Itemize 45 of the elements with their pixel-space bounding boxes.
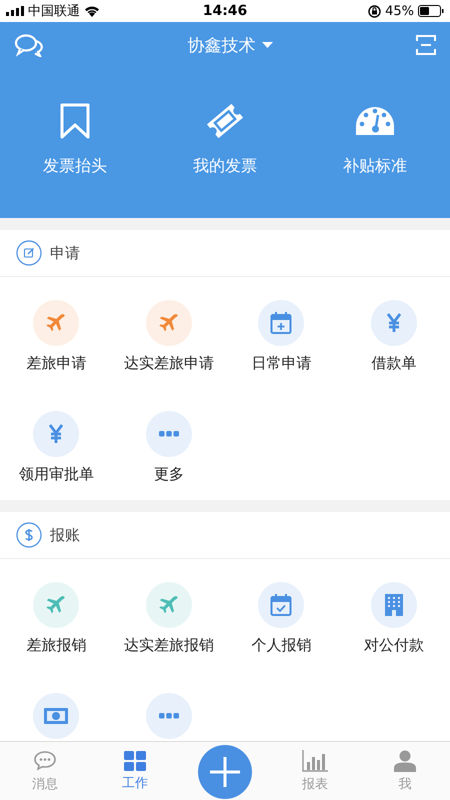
clock-time: 14:46 [202, 3, 248, 19]
yen-icon [48, 424, 64, 444]
calendar-icon [270, 311, 292, 335]
grid-icon [124, 750, 146, 770]
section-title: 申请 [50, 244, 80, 262]
menu-item[interactable]: 更多 [112, 388, 225, 499]
more-icon [158, 713, 179, 719]
battery-percent: 45% [385, 4, 414, 18]
more-icon [158, 431, 179, 437]
rotation-lock-icon [368, 4, 382, 18]
banknote-icon [44, 708, 68, 724]
menu-item[interactable]: 达实差旅申请 [112, 277, 225, 388]
menu-item[interactable]: 对公付款 [338, 559, 450, 670]
plus-icon [210, 757, 240, 787]
section-title: 报账 [50, 526, 80, 544]
dollar-icon [16, 522, 42, 548]
building-icon [384, 594, 403, 616]
battery-icon [418, 5, 444, 17]
menu-item[interactable]: 借款单 [338, 277, 450, 388]
airplane-icon [45, 312, 68, 334]
signal-icon [6, 6, 24, 16]
menu-item[interactable]: 领用审批单 [0, 388, 112, 499]
tab-item[interactable]: 工作 [90, 742, 180, 800]
calendar-icon [270, 593, 292, 617]
menu-item[interactable]: 差旅申请 [0, 277, 112, 388]
ticket-icon [206, 102, 244, 140]
person-icon [394, 750, 416, 772]
carrier-name: 中国联通 [28, 3, 80, 20]
menu-item[interactable]: 达实差旅报销 [112, 559, 225, 670]
chat-icon[interactable] [14, 33, 44, 57]
yen-icon [386, 313, 402, 333]
bar-chart-icon [302, 750, 328, 772]
chat-icon [33, 750, 57, 772]
menu-item[interactable]: 日常申请 [225, 277, 338, 388]
add-button[interactable] [198, 745, 252, 799]
scan-icon[interactable] [416, 35, 436, 55]
edit-icon [16, 240, 42, 266]
menu-item[interactable]: 个人报销 [225, 559, 338, 670]
airplane-icon [158, 594, 180, 616]
airplane-icon [158, 312, 180, 334]
menu-item[interactable]: 差旅报销 [0, 559, 112, 670]
bookmark-icon [60, 102, 90, 140]
caret-icon [262, 42, 272, 48]
airplane-icon [45, 594, 68, 616]
wifi-icon [84, 5, 100, 17]
